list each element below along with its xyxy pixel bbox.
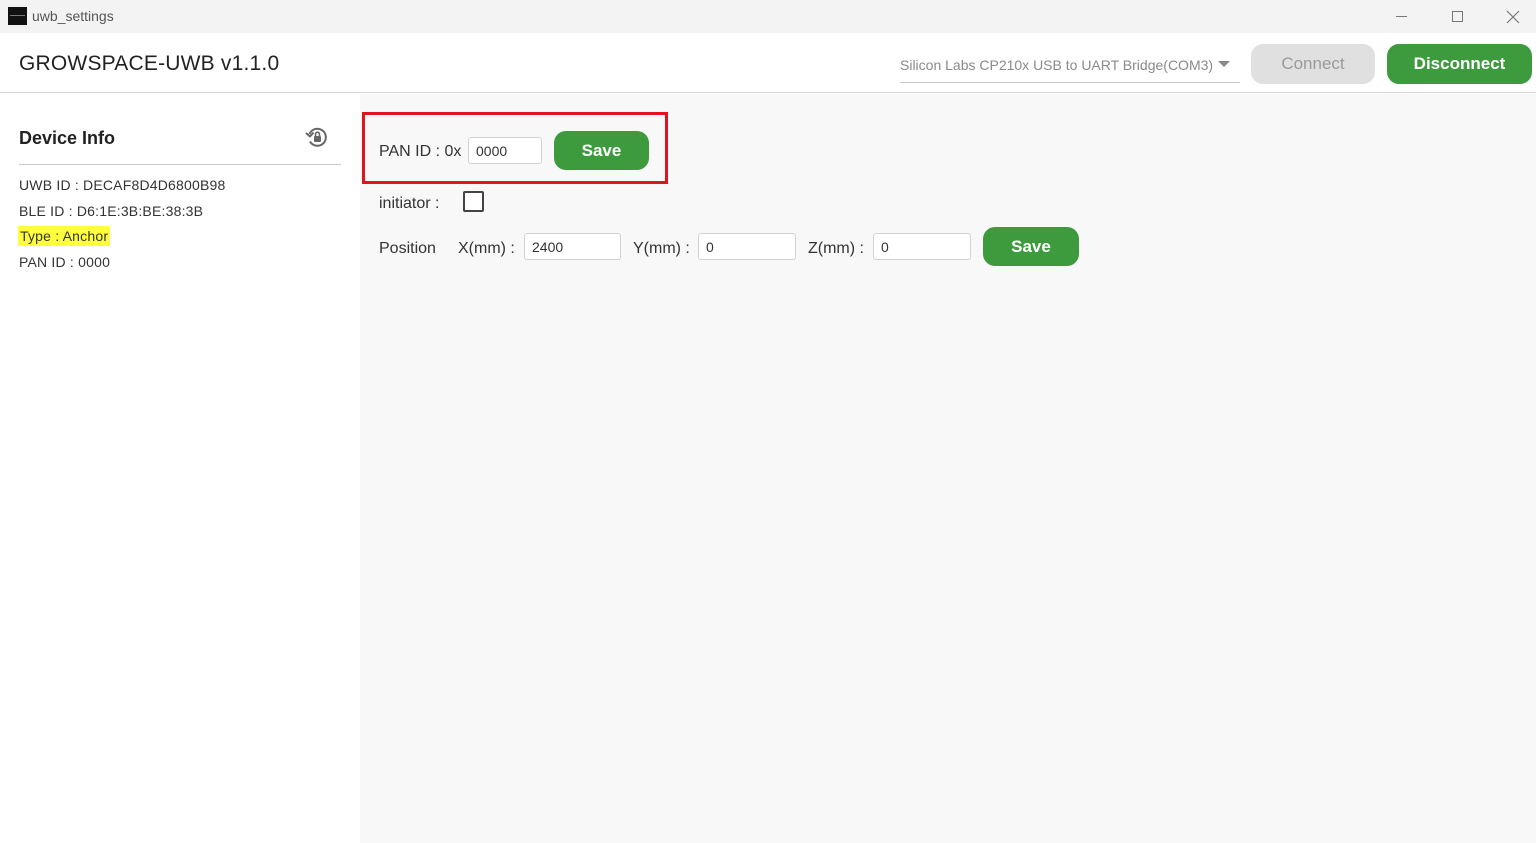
- y-position-input[interactable]: [698, 233, 796, 260]
- z-label: Z(mm) :: [808, 240, 864, 257]
- x-label: X(mm) :: [458, 240, 515, 257]
- minimize-button[interactable]: [1378, 0, 1424, 33]
- position-label: Position: [379, 240, 436, 257]
- save-pan-id-button[interactable]: Save: [554, 131, 649, 170]
- uwb-id-text: UWB ID : DECAF8D4D6800B98: [19, 177, 226, 193]
- app-icon: [8, 7, 27, 25]
- device-info-title: Device Info: [19, 128, 116, 148]
- chevron-down-icon: [1218, 61, 1230, 67]
- title-bar: uwb_settings: [0, 0, 1536, 33]
- initiator-label: initiator :: [379, 195, 440, 212]
- app-title: GROWSPACE-UWB v1.1.0: [19, 52, 280, 75]
- sidebar-divider: [19, 164, 341, 165]
- save-position-button[interactable]: Save: [983, 227, 1079, 266]
- z-position-input[interactable]: [873, 233, 971, 260]
- maximize-icon: [1451, 11, 1463, 22]
- y-label: Y(mm) :: [633, 240, 690, 257]
- ble-id-text: BLE ID : D6:1E:3B:BE:38:3B: [19, 203, 204, 219]
- port-select[interactable]: Silicon Labs CP210x USB to UART Bridge(C…: [900, 49, 1240, 83]
- device-info-panel: Device Info UWB ID : DECAF8D4D6800B98 BL…: [0, 94, 360, 843]
- pan-id-label: PAN ID : 0x: [379, 143, 462, 160]
- device-type-text: Type : Anchor: [18, 226, 111, 246]
- pan-id-input[interactable]: [468, 137, 542, 164]
- connect-button[interactable]: Connect: [1251, 44, 1375, 84]
- close-icon: [1506, 10, 1520, 23]
- close-button[interactable]: [1490, 0, 1536, 33]
- settings-panel: PAN ID : 0x Save initiator : Position X(…: [360, 94, 1536, 843]
- refresh-icon[interactable]: [304, 124, 330, 150]
- disconnect-button[interactable]: Disconnect: [1387, 44, 1532, 84]
- pan-id-text: PAN ID : 0000: [19, 254, 111, 270]
- maximize-button[interactable]: [1434, 0, 1480, 33]
- initiator-checkbox[interactable]: [463, 191, 484, 212]
- minimize-icon: [1395, 16, 1407, 17]
- app-header: GROWSPACE-UWB v1.1.0 Silicon Labs CP210x…: [0, 33, 1536, 93]
- port-select-value: Silicon Labs CP210x USB to UART Bridge(C…: [900, 57, 1214, 73]
- device-type-row: Type : Anchor: [18, 226, 111, 246]
- x-position-input[interactable]: [524, 233, 621, 260]
- window-title: uwb_settings: [32, 8, 114, 24]
